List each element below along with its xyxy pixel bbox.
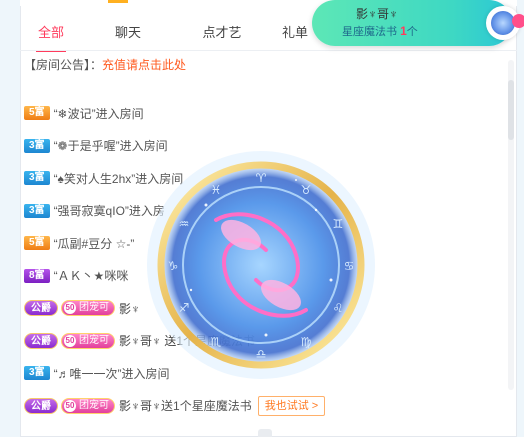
pisces-medallion-icon: ♈ ♉ ♊ ♋ ♌ ♍ ♎ ♏ ♐ ♑ ♒ ♓ [147, 151, 375, 379]
gift-sender: 影♆哥♆ [356, 7, 399, 21]
svg-text:♊: ♊ [333, 217, 344, 231]
pet-badge: 50 团宠可 [61, 300, 115, 317]
guild-badge: 公爵 [24, 397, 58, 414]
svg-text:♎: ♎ [256, 347, 267, 361]
wealth-badge: 5富 [24, 236, 50, 251]
room-notice: 【房间公告】：充值请点击此处 [24, 56, 186, 73]
message-text: 送1个星座魔法书 [161, 399, 252, 414]
guild-badge: 公爵 [24, 332, 58, 349]
notice-prefix: 【房间公告】： [24, 58, 103, 72]
svg-text:♌: ♌ [333, 301, 344, 315]
scrollbar-thumb[interactable] [508, 80, 514, 140]
pet-level: 50 [64, 399, 76, 412]
svg-text:♋: ♋ [344, 259, 355, 273]
pet-badge: 50 团宠可 [61, 397, 115, 414]
svg-text:♓: ♓ [211, 183, 222, 197]
notification-dot [512, 14, 524, 28]
username[interactable]: 影♆哥♆ [119, 397, 161, 414]
try-it-button[interactable]: 我也试试 > [257, 395, 326, 416]
message-text: 影♆ [119, 301, 141, 316]
svg-text:♉: ♉ [301, 183, 312, 197]
collapse-handle[interactable] [258, 429, 272, 437]
tab-request-song[interactable]: 点才艺 [174, 16, 270, 52]
wealth-badge: 3富 [24, 138, 50, 153]
scrollbar[interactable] [508, 60, 514, 390]
svg-text:♐: ♐ [179, 301, 190, 315]
message-text: “瓜副#豆分 ☆-” [53, 236, 135, 251]
chat-tabs: 全部 聊天 点才艺 礼单 [20, 16, 350, 52]
pet-level: 50 [64, 302, 76, 315]
svg-text:♑: ♑ [168, 259, 179, 273]
svg-text:♈: ♈ [256, 171, 267, 185]
wealth-badge: 3富 [24, 203, 50, 218]
recharge-link[interactable]: 充值请点击此处 [102, 58, 186, 72]
wealth-badge: 3富 [24, 366, 50, 381]
tab-all[interactable]: 全部 [20, 16, 82, 52]
tab-divider [20, 50, 517, 51]
top-indicator [108, 0, 128, 3]
tab-chat[interactable]: 聊天 [82, 16, 174, 52]
pet-label: 团宠可 [79, 399, 109, 411]
pet-label: 团宠可 [79, 302, 109, 314]
gift-info: 星座魔法书 1个 [342, 23, 418, 39]
gift-count: 1 [400, 24, 407, 38]
pet-level: 50 [64, 334, 76, 347]
gift-unit: 个 [406, 26, 418, 38]
gift-name: 星座魔法书 [342, 26, 397, 38]
message-text: “ＡＫ丶★咪咪 [53, 269, 129, 284]
svg-text:♍: ♍ [301, 335, 312, 349]
wealth-badge: 8富 [24, 268, 50, 283]
list-item: 5富 “❄波记”进入房间 [24, 97, 504, 130]
guild-badge: 公爵 [24, 300, 58, 317]
svg-text:♏: ♏ [211, 335, 222, 349]
gift-notification: 影♆哥♆ 星座魔法书 1个 [312, 0, 524, 46]
list-item: 公爵 50 团宠可 影♆哥♆ 送1个星座魔法书 我也试试 > [24, 390, 504, 423]
wealth-badge: 3富 [24, 171, 50, 186]
svg-text:♒: ♒ [179, 217, 190, 231]
pet-label: 团宠可 [79, 334, 109, 346]
message-text: “❄波记”进入房间 [53, 106, 144, 121]
pet-badge: 50 团宠可 [61, 332, 115, 349]
wealth-badge: 5富 [24, 106, 50, 121]
